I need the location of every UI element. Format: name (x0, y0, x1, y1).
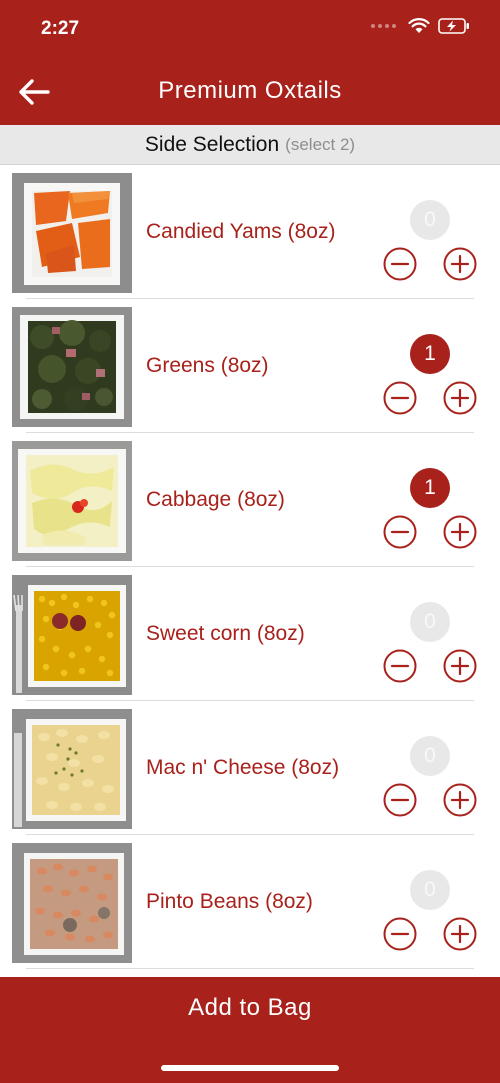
home-indicator (161, 1065, 339, 1071)
list-item: Pinto Beans (8oz) 0 (0, 835, 500, 969)
list-item: Candied Yams (8oz) 0 (0, 165, 500, 299)
quantity-badge: 0 (410, 736, 450, 776)
mac-n-cheese-image (12, 709, 132, 829)
sweet-corn-image (12, 575, 132, 695)
quantity-badge: 0 (410, 870, 450, 910)
plus-circle-icon[interactable] (443, 381, 477, 415)
cabbage-image (12, 441, 132, 561)
minus-circle-icon[interactable] (383, 917, 417, 951)
item-name: Sweet corn (8oz) (146, 622, 305, 645)
side-list[interactable]: Candied Yams (8oz) 0 Greens (8oz) 1 Cabb… (0, 165, 500, 977)
wifi-icon (408, 18, 430, 33)
list-item (0, 969, 500, 977)
item-name: Pinto Beans (8oz) (146, 890, 313, 913)
list-item: Cabbage (8oz) 1 (0, 433, 500, 567)
list-item: Sweet corn (8oz) 0 (0, 567, 500, 701)
section-header: Side Selection (select 2) (0, 125, 500, 165)
minus-circle-icon[interactable] (383, 649, 417, 683)
footer-bar: Add to Bag (0, 977, 500, 1083)
quantity-badge: 0 (410, 200, 450, 240)
plus-circle-icon[interactable] (443, 783, 477, 817)
item-name: Cabbage (8oz) (146, 488, 285, 511)
item-name: Greens (8oz) (146, 354, 269, 377)
page-title: Premium Oxtails (158, 77, 342, 104)
section-title: Side Selection (144, 132, 280, 156)
plus-circle-icon[interactable] (443, 515, 477, 549)
minus-circle-icon[interactable] (383, 783, 417, 817)
minus-circle-icon[interactable] (383, 247, 417, 281)
greens-image (12, 307, 132, 427)
list-item: Greens (8oz) 1 (0, 299, 500, 433)
status-time: 2:27 (41, 18, 80, 39)
pinto-beans-image (12, 843, 132, 963)
add-to-bag-button[interactable]: Add to Bag (0, 977, 500, 1039)
app-header: 2:27 Premium Oxtails (0, 0, 500, 125)
section-hint: (select 2) (285, 134, 356, 154)
item-name: Mac n' Cheese (8oz) (146, 756, 340, 779)
plus-circle-icon[interactable] (443, 917, 477, 951)
quantity-badge: 1 (410, 334, 450, 374)
minus-circle-icon[interactable] (383, 515, 417, 549)
plus-circle-icon[interactable] (443, 649, 477, 683)
status-icons (371, 18, 470, 34)
cellular-signal-icon (371, 24, 396, 28)
battery-charging-icon (438, 18, 469, 34)
minus-circle-icon[interactable] (383, 381, 417, 415)
candied-yams-image (12, 173, 132, 293)
quantity-badge: 0 (410, 602, 450, 642)
item-name: Candied Yams (8oz) (146, 220, 336, 243)
plus-circle-icon[interactable] (443, 247, 477, 281)
list-item: Mac n' Cheese (8oz) 0 (0, 701, 500, 835)
quantity-badge: 1 (410, 468, 450, 508)
